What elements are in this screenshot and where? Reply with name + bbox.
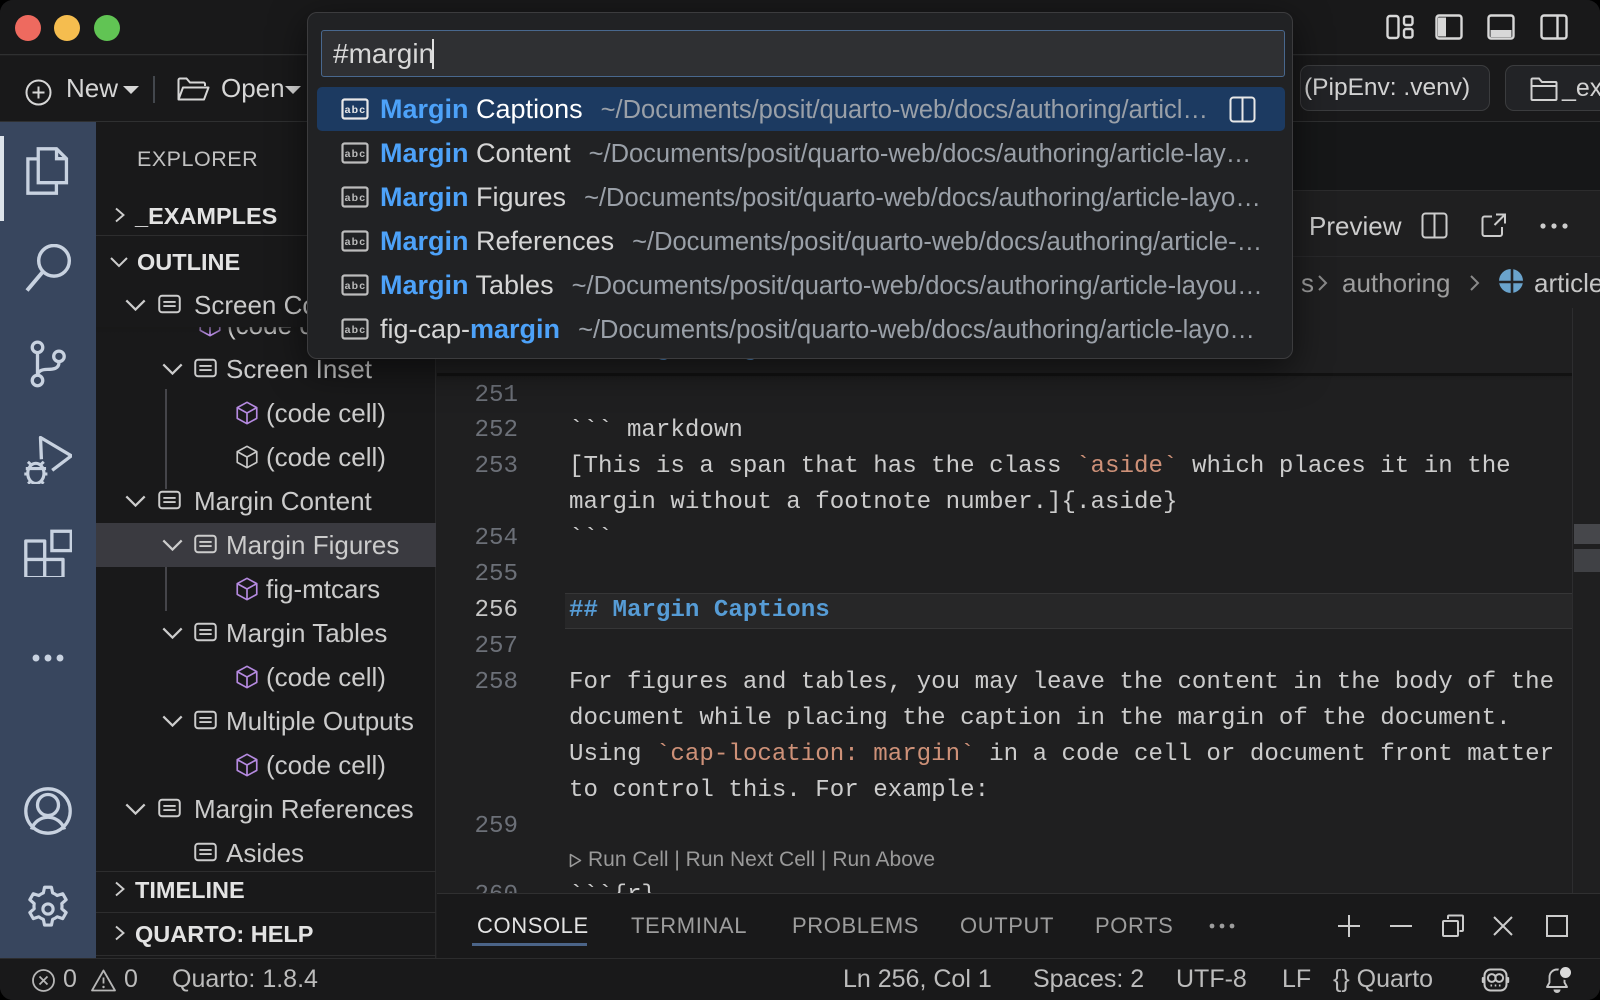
svg-text:abc: abc — [345, 280, 367, 292]
svg-text:abc: abc — [345, 148, 367, 160]
svg-text:abc: abc — [345, 104, 367, 116]
svg-text:abc: abc — [345, 324, 367, 336]
svg-text:abc: abc — [345, 236, 367, 248]
svg-text:abc: abc — [345, 192, 367, 204]
